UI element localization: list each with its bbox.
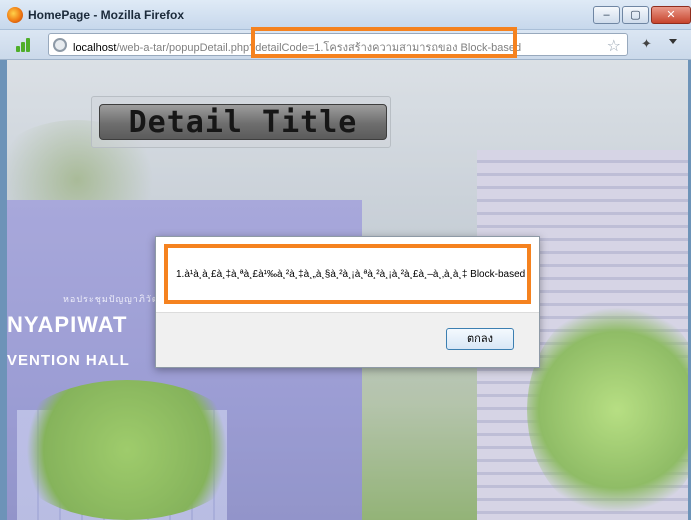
signal-bars-icon <box>16 38 32 52</box>
minimize-button[interactable]: ‒ <box>593 6 620 24</box>
message-highlight-box <box>164 244 531 304</box>
url-path: /web-a-tar/popupDetail.php? <box>116 42 256 54</box>
window-title: HomePage - Mozilla Firefox <box>28 8 185 22</box>
dropdown-arrow-icon[interactable] <box>669 39 677 44</box>
detail-title-button[interactable]: Detail Title <box>99 104 387 140</box>
detail-title-frame: Detail Title <box>91 96 391 148</box>
globe-icon <box>53 38 67 52</box>
close-button[interactable]: ✕ <box>651 6 691 24</box>
url-highlight-box <box>251 27 517 58</box>
bookmark-star-icon[interactable]: ☆ <box>607 36 621 56</box>
window-titlebar: HomePage - Mozilla Firefox ‒ ▢ ✕ <box>0 0 691 30</box>
addon-icon[interactable]: ✦ <box>641 36 652 52</box>
url-host: localhost <box>73 42 117 54</box>
maximize-button[interactable]: ▢ <box>622 6 649 24</box>
firefox-logo-icon <box>7 7 23 23</box>
ok-button[interactable]: ตกลง <box>446 328 514 350</box>
dialog-footer: ตกลง <box>156 312 539 367</box>
